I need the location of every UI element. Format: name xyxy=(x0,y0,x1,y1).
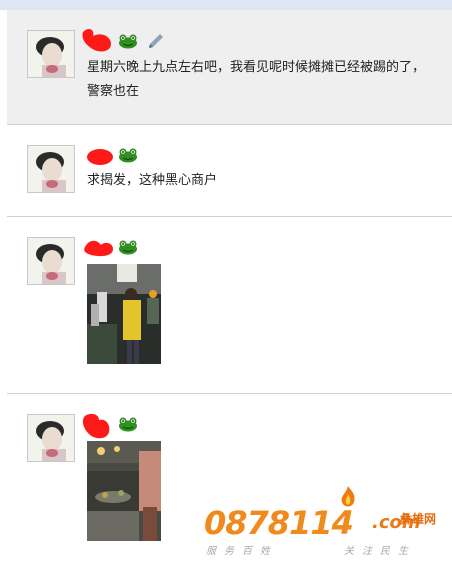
avatar[interactable] xyxy=(27,414,75,462)
comment-item: 星期六晚上九点左右吧，我看见呢时候摊摊已经被踢的了，警察也在 xyxy=(7,10,452,125)
frog-emoticon-icon xyxy=(119,240,137,255)
comment-text: 求揭发，这种黑心商户 xyxy=(87,173,218,188)
top-bar xyxy=(0,0,452,10)
comment-item xyxy=(7,217,452,394)
redacted-name-mark xyxy=(82,413,110,439)
redacted-name-mark xyxy=(87,149,113,165)
watermark-slogan-right: 关注民生 xyxy=(344,546,416,557)
frog-emoticon-icon xyxy=(119,148,137,163)
avatar[interactable] xyxy=(27,237,75,285)
site-watermark: 0878114 .com 彝雄网 服务百姓 关注民生 xyxy=(200,486,452,562)
redacted-name-mark xyxy=(82,29,111,52)
avatar[interactable] xyxy=(27,30,75,78)
attached-photo[interactable] xyxy=(87,264,161,364)
watermark-slogan-left: 服务百姓 xyxy=(206,546,278,557)
redacted-name-mark xyxy=(84,240,113,257)
frog-emoticon-icon xyxy=(119,34,137,49)
watermark-number: 0878114 xyxy=(204,504,354,542)
comment-text: 星期六晚上九点左右吧，我看见呢时候摊摊已经被踢的了，警察也在 xyxy=(87,60,426,99)
frog-emoticon-icon xyxy=(119,417,137,432)
pencil-icon[interactable] xyxy=(146,31,166,51)
comment-item: 求揭发，这种黑心商户 xyxy=(7,125,452,217)
attached-photo[interactable] xyxy=(87,441,161,541)
watermark-brand: 彝雄网 xyxy=(400,512,437,526)
avatar[interactable] xyxy=(27,145,75,193)
